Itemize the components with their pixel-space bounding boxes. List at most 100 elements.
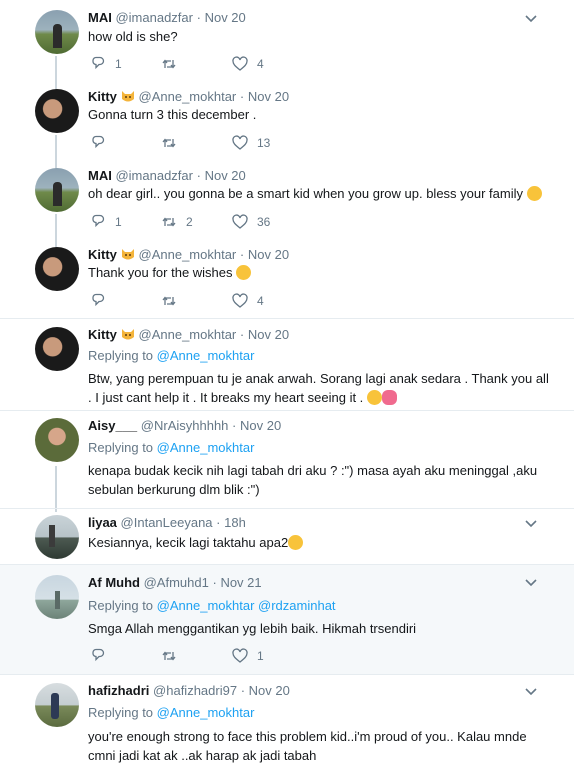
tweet-header: Kitty @Anne_mokhtar · Nov 20 bbox=[88, 327, 289, 342]
like-button[interactable]: 4 bbox=[232, 55, 264, 73]
display-name[interactable]: Aisy___ bbox=[88, 418, 137, 433]
replying-to-link[interactable]: @Anne_mokhtar bbox=[157, 348, 255, 363]
handle[interactable]: @IntanLeeyana bbox=[121, 515, 213, 530]
tweet-text: Thank you for the wishes bbox=[88, 265, 233, 280]
avatar[interactable] bbox=[35, 247, 79, 291]
replying-to-link[interactable]: @Anne_mokhtar bbox=[157, 705, 255, 720]
like-icon bbox=[232, 648, 248, 663]
chevron-down-icon[interactable] bbox=[524, 14, 538, 24]
avatar[interactable] bbox=[35, 10, 79, 54]
like-button[interactable]: 1 bbox=[232, 647, 264, 665]
tweet-text: you're enough strong to face this proble… bbox=[88, 729, 527, 763]
retweet-button[interactable] bbox=[161, 292, 186, 310]
timestamp[interactable]: Nov 20 bbox=[248, 89, 289, 104]
display-name[interactable]: Kitty bbox=[88, 247, 117, 262]
reply-button[interactable] bbox=[90, 647, 115, 665]
reply-button[interactable] bbox=[90, 292, 115, 310]
tweet-text-wrap: oh dear girl.. you gonna be a smart kid … bbox=[88, 184, 554, 203]
relieved-face-emoji-icon bbox=[526, 186, 542, 201]
handle[interactable]: @Anne_mokhtar bbox=[139, 89, 237, 104]
tweet-actions: 1 bbox=[88, 647, 288, 665]
chevron-down-icon[interactable] bbox=[524, 578, 538, 588]
like-button[interactable]: 36 bbox=[232, 213, 270, 231]
avatar[interactable] bbox=[35, 575, 79, 619]
timestamp[interactable]: Nov 20 bbox=[248, 247, 289, 262]
separator-dot: · bbox=[239, 327, 245, 342]
tweet-text-wrap: Btw, yang perempuan tu je anak arwah. So… bbox=[88, 369, 554, 407]
tweet-header: Aisy___ @NrAisyhhhhh · Nov 20 bbox=[88, 418, 281, 433]
tweet-text-wrap: Kesiannya, kecik lagi taktahu apa2 bbox=[88, 533, 554, 552]
replying-to: Replying to @Anne_mokhtar bbox=[88, 440, 254, 455]
like-count: 36 bbox=[257, 215, 271, 229]
tweet-header: MAI @imanadzfar · Nov 20 bbox=[88, 10, 246, 25]
timestamp[interactable]: Nov 20 bbox=[249, 683, 290, 698]
timestamp[interactable]: Nov 20 bbox=[205, 10, 246, 25]
timestamp[interactable]: 18h bbox=[224, 515, 246, 530]
handle[interactable]: @Anne_mokhtar bbox=[139, 327, 237, 342]
handle[interactable]: @Afmuhd1 bbox=[144, 575, 209, 590]
timestamp[interactable]: Nov 21 bbox=[220, 575, 261, 590]
replying-to-label: Replying to bbox=[88, 598, 154, 613]
timestamp[interactable]: Nov 20 bbox=[240, 418, 281, 433]
handle[interactable]: @hafizhadri97 bbox=[153, 683, 237, 698]
retweet-button[interactable] bbox=[161, 134, 186, 152]
thread-line bbox=[55, 214, 57, 248]
reply-icon bbox=[92, 214, 105, 228]
display-name[interactable]: MAI bbox=[88, 10, 112, 25]
tweet-actions: 1 2 36 bbox=[88, 213, 288, 231]
separator-dot: · bbox=[196, 10, 201, 25]
avatar[interactable] bbox=[35, 515, 79, 559]
reply-button[interactable]: 1 bbox=[90, 213, 122, 231]
tweet-header: hafizhadri @hafizhadri97 · Nov 20 bbox=[88, 683, 290, 698]
replying-to-label: Replying to bbox=[88, 705, 154, 720]
relieved-face-emoji-icon bbox=[366, 390, 382, 405]
thread-line bbox=[55, 56, 57, 90]
separator-dot: · bbox=[240, 683, 246, 698]
two-hearts-emoji-icon bbox=[381, 390, 397, 405]
chevron-down-icon[interactable] bbox=[524, 519, 538, 529]
retweet-icon bbox=[162, 651, 176, 661]
retweet-button[interactable]: 2 bbox=[161, 213, 193, 231]
retweet-button[interactable] bbox=[161, 55, 186, 73]
handle[interactable]: @imanadzfar bbox=[115, 168, 193, 183]
handle[interactable]: @Anne_mokhtar bbox=[139, 247, 237, 262]
handle[interactable]: @imanadzfar bbox=[115, 10, 193, 25]
chevron-down-icon[interactable] bbox=[524, 687, 538, 697]
avatar[interactable] bbox=[35, 327, 79, 371]
display-name[interactable]: MAI bbox=[88, 168, 112, 183]
tweet-text: Kesiannya, kecik lagi taktahu apa2 bbox=[88, 535, 289, 550]
avatar[interactable] bbox=[35, 168, 79, 212]
cat-emoji-icon bbox=[121, 91, 134, 102]
replying-to-link[interactable]: @Anne_mokhtar @rdzaminhat bbox=[157, 598, 336, 613]
display-name[interactable]: Af Muhd bbox=[88, 575, 140, 590]
retweet-icon bbox=[162, 138, 176, 148]
like-button[interactable]: 4 bbox=[232, 292, 264, 310]
tweet-actions: 1 4 bbox=[88, 55, 288, 73]
timestamp[interactable]: Nov 20 bbox=[205, 168, 246, 183]
like-button[interactable]: 13 bbox=[232, 134, 270, 152]
replying-to: Replying to @Anne_mokhtar bbox=[88, 348, 254, 363]
tweet-header: MAI @imanadzfar · Nov 20 bbox=[88, 168, 246, 183]
timestamp[interactable]: Nov 20 bbox=[248, 327, 289, 342]
replying-to: Replying to @Anne_mokhtar bbox=[88, 705, 254, 720]
handle[interactable]: @NrAisyhhhhh bbox=[141, 418, 229, 433]
display-name[interactable]: liyaa bbox=[88, 515, 117, 530]
separator bbox=[0, 564, 574, 565]
reply-button[interactable] bbox=[90, 134, 115, 152]
separator bbox=[0, 410, 574, 411]
reply-button[interactable]: 1 bbox=[90, 55, 122, 73]
avatar[interactable] bbox=[35, 683, 79, 727]
separator-dot: · bbox=[216, 515, 221, 530]
display-name[interactable]: Kitty bbox=[88, 327, 117, 342]
separator-dot: · bbox=[232, 418, 237, 433]
cat-emoji-icon bbox=[121, 329, 134, 340]
like-icon bbox=[232, 135, 248, 150]
tweet-text: Smga Allah menggantikan yg lebih baik. H… bbox=[88, 621, 417, 636]
display-name[interactable]: hafizhadri bbox=[88, 683, 149, 698]
replying-to-link[interactable]: @Anne_mokhtar bbox=[157, 440, 255, 455]
retweet-button[interactable] bbox=[161, 647, 186, 665]
replying-to-label: Replying to bbox=[88, 348, 154, 363]
display-name[interactable]: Kitty bbox=[88, 89, 117, 104]
avatar[interactable] bbox=[35, 89, 79, 133]
avatar[interactable] bbox=[35, 418, 79, 462]
